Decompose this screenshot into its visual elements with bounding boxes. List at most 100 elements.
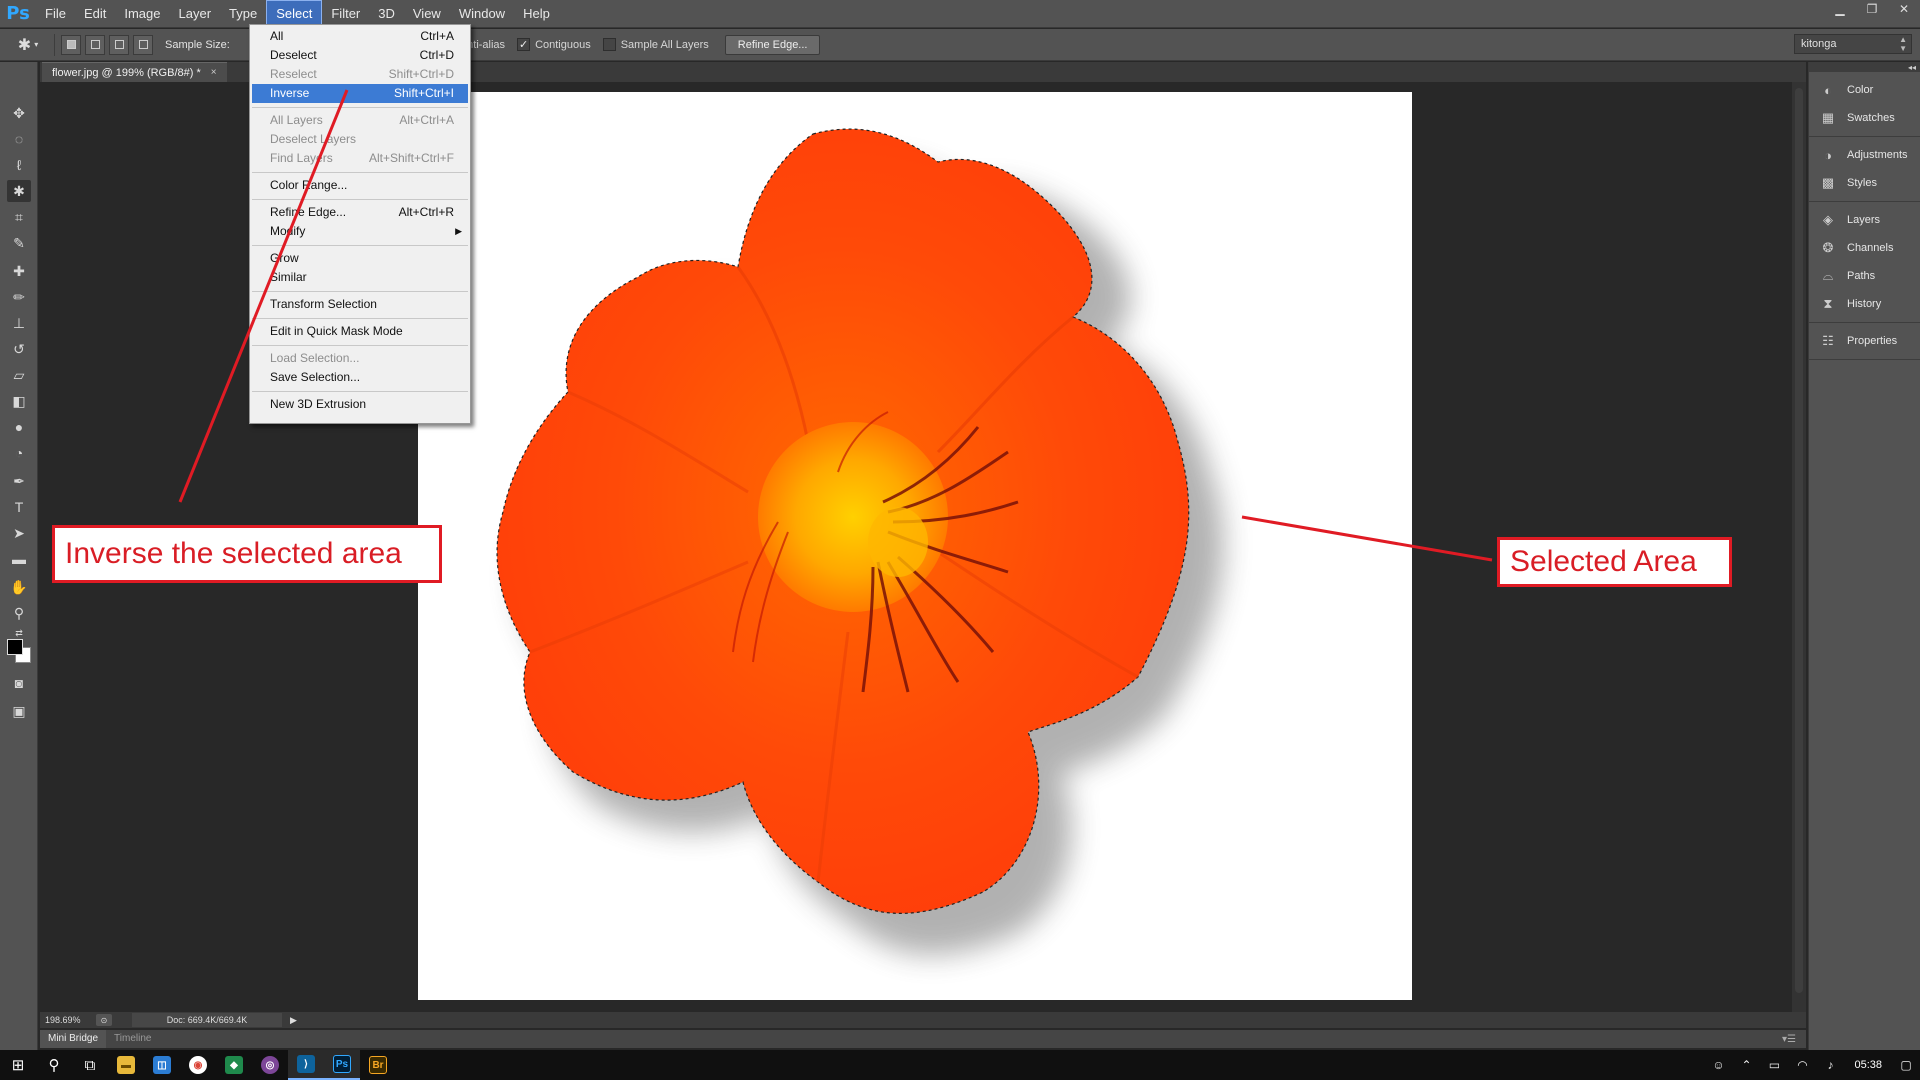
panel-properties[interactable]: ☷ Properties xyxy=(1809,327,1920,355)
eyedropper-tool-icon[interactable]: ✎ xyxy=(7,232,31,254)
contiguous-checkbox[interactable]: ✓ Contiguous xyxy=(517,38,591,51)
tab-mini-bridge[interactable]: Mini Bridge xyxy=(40,1030,107,1048)
status-menu-arrow-icon[interactable]: ▶ xyxy=(290,1015,297,1026)
subtract-selection-mode-button[interactable] xyxy=(109,34,129,55)
collapse-panel-icon[interactable]: ◂◂ xyxy=(1809,62,1920,72)
tools-panel: ✥ ◌ ℓ ✱ ⌗ ✎ ✚ ✏ ⊥ ↺ ▱ ◧ ● ◔ ✒ T ➤ ▬ ✋ ⚲ … xyxy=(0,62,38,1050)
path-selection-tool-icon[interactable]: ➤ xyxy=(7,522,31,544)
search-icon[interactable]: ⚲ xyxy=(36,1050,72,1080)
panel-swatches[interactable]: ▦ Swatches xyxy=(1809,104,1920,132)
panel-paths[interactable]: ⌓ Paths xyxy=(1809,262,1920,290)
screen-mode-icon[interactable]: ▣ xyxy=(7,700,31,722)
marquee-tool-icon[interactable]: ◌ xyxy=(7,128,31,150)
volume-icon[interactable]: ♪ xyxy=(1816,1058,1844,1072)
history-brush-tool-icon[interactable]: ↺ xyxy=(7,338,31,360)
menu-item-quick-mask[interactable]: Edit in Quick Mask Mode xyxy=(250,322,470,341)
document-tab[interactable]: flower.jpg @ 199% (RGB/8#) * × xyxy=(42,62,227,82)
crop-tool-icon[interactable]: ⌗ xyxy=(7,206,31,228)
quick-mask-icon[interactable]: ◙ xyxy=(7,672,31,694)
zoom-tool-icon[interactable]: ⚲ xyxy=(7,602,31,624)
windows-start-icon[interactable]: ⊞ xyxy=(0,1050,36,1080)
foreground-color-swatch[interactable] xyxy=(7,639,23,655)
people-icon[interactable]: ☺ xyxy=(1704,1058,1732,1072)
hand-tool-icon[interactable]: ✋ xyxy=(7,576,31,598)
vertical-scrollbar[interactable] xyxy=(1792,82,1806,1012)
vscode-icon[interactable]: ⟩ xyxy=(288,1050,324,1080)
menu-help[interactable]: Help xyxy=(514,0,559,28)
panel-adjustments[interactable]: ◑ Adjustments xyxy=(1809,141,1920,169)
close-button[interactable]: ✕ xyxy=(1888,0,1920,18)
notifications-icon[interactable]: ▢ xyxy=(1892,1058,1920,1072)
chrome-icon[interactable]: ◉ xyxy=(180,1050,216,1080)
file-explorer-icon[interactable]: ▬ xyxy=(108,1050,144,1080)
blur-tool-icon[interactable]: ● xyxy=(7,416,31,438)
chevron-up-icon[interactable]: ⌃ xyxy=(1732,1058,1760,1072)
menu-item-grow[interactable]: Grow xyxy=(250,249,470,268)
panel-menu-icon[interactable]: ▾☰ xyxy=(1782,1034,1796,1045)
status-info-icon[interactable]: ⊙ xyxy=(96,1014,112,1026)
windows-taskbar: ⊞ ⚲ ⧉ ▬ ◫ ◉ ◆ ◎ ⟩ Ps Br ☺ ⌃ ▭ ◠ ♪ 05:38 … xyxy=(0,1050,1920,1080)
panel-color[interactable]: ◐ Color xyxy=(1809,76,1920,104)
menu-item-all[interactable]: All Ctrl+A xyxy=(250,27,470,46)
battery-icon[interactable]: ▭ xyxy=(1760,1058,1788,1072)
menu-item-new-3d-extrusion[interactable]: New 3D Extrusion xyxy=(250,395,470,414)
shortcut: Shift+Ctrl+D xyxy=(388,67,454,81)
paths-icon: ⌓ xyxy=(1822,268,1834,283)
menu-item-refine-edge[interactable]: Refine Edge... Alt+Ctrl+R xyxy=(250,203,470,222)
minimize-button[interactable]: ▁ xyxy=(1824,0,1856,18)
panel-styles[interactable]: ▩ Styles xyxy=(1809,169,1920,197)
taskbar-clock[interactable]: 05:38 xyxy=(1844,1059,1892,1071)
panel-channels[interactable]: ❂ Channels xyxy=(1809,234,1920,262)
menu-item-save-selection[interactable]: Save Selection... xyxy=(250,368,470,387)
menu-item-transform-selection[interactable]: Transform Selection xyxy=(250,295,470,314)
magic-wand-tool-icon[interactable]: ✱ xyxy=(7,180,31,202)
lasso-tool-icon[interactable]: ℓ xyxy=(7,154,31,176)
photoshop-taskbar-icon[interactable]: Ps xyxy=(324,1050,360,1080)
menu-item-inverse[interactable]: Inverse Shift+Ctrl+I xyxy=(252,84,468,103)
bridge-icon[interactable]: Br xyxy=(360,1050,396,1080)
tab-timeline[interactable]: Timeline xyxy=(106,1030,159,1048)
move-tool-icon[interactable]: ✥ xyxy=(7,102,31,124)
panel-history[interactable]: ⧗ History xyxy=(1809,290,1920,318)
close-tab-icon[interactable]: × xyxy=(211,67,217,78)
menu-item-deselect[interactable]: Deselect Ctrl+D xyxy=(250,46,470,65)
sample-all-layers-label: Sample All Layers xyxy=(620,38,709,51)
paint-bucket-tool-icon[interactable]: ◧ xyxy=(7,390,31,412)
tor-browser-icon[interactable]: ◎ xyxy=(252,1050,288,1080)
sample-all-layers-checkbox[interactable]: Sample All Layers xyxy=(602,38,709,51)
panel-layers[interactable]: ◈ Layers xyxy=(1809,206,1920,234)
document-canvas[interactable] xyxy=(418,92,1412,1000)
menu-layer[interactable]: Layer xyxy=(170,0,221,28)
wifi-icon[interactable]: ◠ xyxy=(1788,1058,1816,1072)
intersect-selection-mode-button[interactable] xyxy=(133,34,153,55)
task-view-icon[interactable]: ⧉ xyxy=(72,1050,108,1080)
eraser-tool-icon[interactable]: ▱ xyxy=(7,364,31,386)
menu-item-color-range[interactable]: Color Range... xyxy=(250,176,470,195)
clone-stamp-tool-icon[interactable]: ⊥ xyxy=(7,312,31,334)
brush-tool-icon[interactable]: ✏ xyxy=(7,286,31,308)
styles-icon: ▩ xyxy=(1821,175,1835,190)
scrollbar-thumb[interactable] xyxy=(1795,88,1803,993)
healing-brush-tool-icon[interactable]: ✚ xyxy=(7,260,31,282)
zoom-level[interactable]: 198.69% xyxy=(40,1015,96,1025)
menu-image[interactable]: Image xyxy=(115,0,169,28)
menu-file[interactable]: File xyxy=(36,0,75,28)
magic-wand-tool-preset-icon[interactable]: ✱ ▾ xyxy=(8,31,48,59)
workspace-select[interactable]: kitonga ▲ ▼ xyxy=(1794,34,1912,54)
panel-group-layers: ◈ Layers ❂ Channels ⌓ Paths ⧗ History xyxy=(1809,202,1920,323)
new-selection-mode-button[interactable] xyxy=(61,34,81,55)
menu-item-similar[interactable]: Similar xyxy=(250,268,470,287)
refine-edge-button[interactable]: Refine Edge... xyxy=(724,34,821,55)
sourcetree-icon[interactable]: ◆ xyxy=(216,1050,252,1080)
rectangle-tool-icon[interactable]: ▬ xyxy=(7,548,31,570)
divider xyxy=(54,33,55,56)
store-icon[interactable]: ◫ xyxy=(144,1050,180,1080)
restore-button[interactable]: ❐ xyxy=(1856,0,1888,18)
pen-tool-icon[interactable]: ✒ xyxy=(7,470,31,492)
dodge-tool-icon[interactable]: ◔ xyxy=(7,442,31,464)
menu-edit[interactable]: Edit xyxy=(75,0,115,28)
menu-item-all-layers: All Layers Alt+Ctrl+A xyxy=(250,111,470,130)
add-selection-mode-button[interactable] xyxy=(85,34,105,55)
type-tool-icon[interactable]: T xyxy=(7,496,31,518)
menu-item-modify[interactable]: Modify ▶ xyxy=(250,222,470,241)
